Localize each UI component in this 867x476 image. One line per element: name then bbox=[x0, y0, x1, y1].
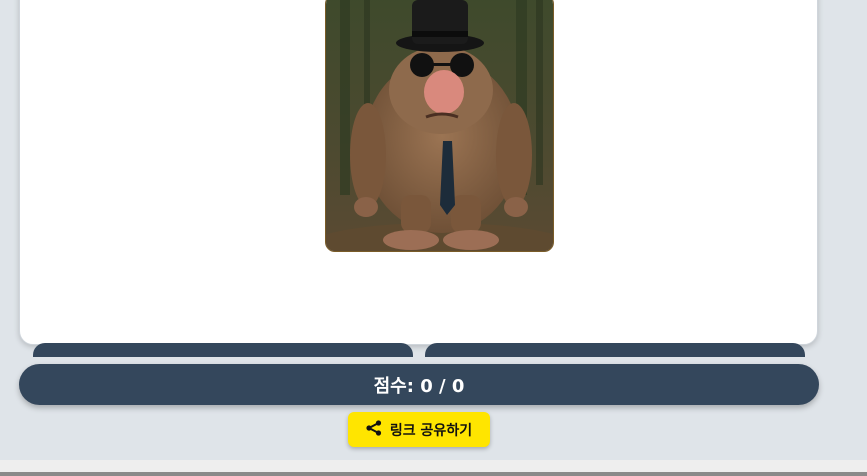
score-text: 점수: 0 / 0 bbox=[373, 375, 465, 397]
score-bar: 점수: 0 / 0 bbox=[19, 364, 819, 405]
share-icon bbox=[366, 419, 382, 440]
share-link-button[interactable]: 링크 공유하기 bbox=[348, 412, 490, 447]
choice-button-right[interactable] bbox=[425, 343, 805, 357]
choice-button-left[interactable] bbox=[33, 343, 413, 357]
taskbar-edge bbox=[0, 472, 867, 476]
quiz-card bbox=[19, 0, 818, 345]
quiz-image bbox=[325, 0, 554, 252]
share-button-label: 링크 공유하기 bbox=[389, 422, 473, 439]
creature-illustration bbox=[326, 0, 553, 251]
